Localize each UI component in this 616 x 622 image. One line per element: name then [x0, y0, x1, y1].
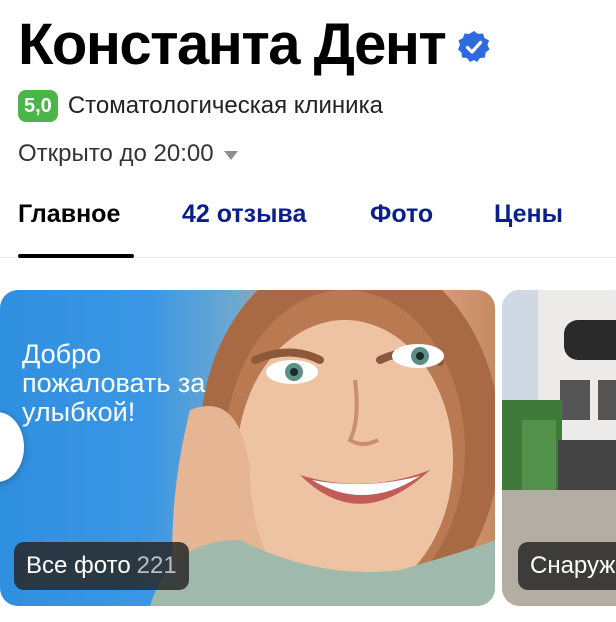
promo-text: Добро пожаловать за улыбкой!	[22, 339, 206, 427]
business-card-page: Константа Дент 5,0 Стоматологическая кли…	[0, 0, 616, 622]
active-tab-indicator	[18, 254, 134, 258]
photos-count: 221	[136, 552, 177, 579]
business-title: Константа Дент	[18, 12, 447, 77]
all-photos-text: Все фото	[26, 552, 131, 579]
opening-hours[interactable]: Открыто до 20:00	[18, 140, 238, 168]
tab-photos[interactable]: Фото	[370, 200, 433, 229]
verified-badge-icon	[457, 30, 491, 64]
all-photos-label[interactable]: Все фото 221	[14, 542, 189, 590]
rating-badge[interactable]: 5,0	[18, 90, 58, 122]
business-category: Стоматологическая клиника	[67, 92, 383, 119]
title-row: Константа Дент	[18, 12, 491, 78]
outside-photos-label[interactable]: Снаружи	[518, 542, 616, 590]
tab-prices[interactable]: Цены	[494, 200, 563, 229]
tab-reviews[interactable]: 42 отзыва	[182, 200, 306, 229]
photo-card-outside[interactable]: Снаружи	[502, 290, 616, 606]
opening-hours-text: Открыто до 20:00	[18, 140, 214, 167]
tab-bar: Главное 42 отзыва Фото Цены	[0, 196, 616, 258]
photo-card-main[interactable]: Добро пожаловать за улыбкой! Все фото 221	[0, 290, 495, 606]
chevron-down-icon	[223, 150, 238, 160]
tab-main[interactable]: Главное	[18, 200, 120, 229]
rating-row: 5,0 Стоматологическая клиника	[18, 90, 383, 122]
